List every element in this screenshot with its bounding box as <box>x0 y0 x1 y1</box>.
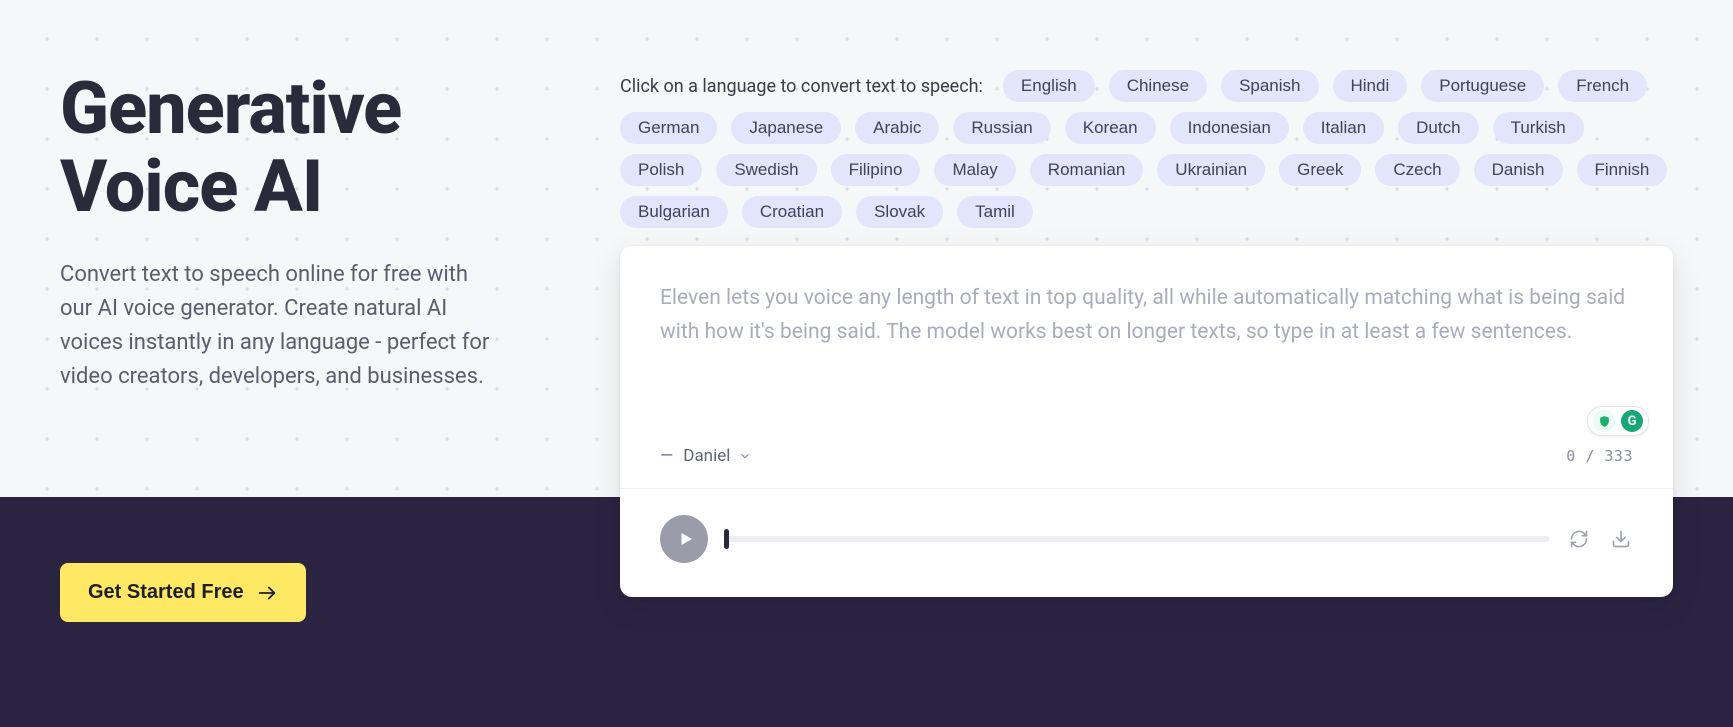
arrow-right-icon <box>256 582 278 604</box>
grammarly-widget[interactable]: G <box>1587 406 1649 436</box>
language-chip[interactable]: Indonesian <box>1170 112 1289 144</box>
char-count-limit: 333 <box>1604 447 1633 465</box>
language-chip[interactable]: Slovak <box>856 196 943 228</box>
language-chip[interactable]: Chinese <box>1109 70 1207 102</box>
tts-card: Eleven lets you voice any length of text… <box>620 246 1673 597</box>
language-chip[interactable]: Greek <box>1279 154 1361 186</box>
language-chip[interactable]: Italian <box>1303 112 1384 144</box>
chevron-down-icon <box>738 449 752 463</box>
progress-track[interactable] <box>726 536 1549 542</box>
language-chip[interactable]: Ukrainian <box>1157 154 1265 186</box>
char-counter: 0 / 333 <box>1566 447 1633 465</box>
hero-title-line2: Voice AI <box>60 144 322 229</box>
audio-player <box>620 489 1673 597</box>
language-chip[interactable]: Croatian <box>742 196 842 228</box>
char-count-value: 0 <box>1566 447 1576 465</box>
hero-title-line1: Generative <box>60 66 401 151</box>
play-button[interactable] <box>660 515 708 563</box>
language-chip[interactable]: Czech <box>1375 154 1459 186</box>
language-chip[interactable]: Arabic <box>855 112 939 144</box>
regenerate-button[interactable] <box>1567 527 1591 551</box>
language-chip[interactable]: Polish <box>620 154 702 186</box>
voice-selector[interactable]: — Daniel <box>660 446 752 466</box>
language-chip[interactable]: German <box>620 112 717 144</box>
hero-subtitle: Convert text to speech online for free w… <box>60 258 500 394</box>
grammarly-icon: G <box>1621 410 1643 432</box>
language-chip[interactable]: Swedish <box>716 154 816 186</box>
language-chip[interactable]: Bulgarian <box>620 196 728 228</box>
language-chip[interactable]: Turkish <box>1493 112 1584 144</box>
download-icon <box>1611 529 1631 549</box>
language-chip[interactable]: Russian <box>953 112 1050 144</box>
language-prompt: Click on a language to convert text to s… <box>620 76 983 97</box>
voice-prefix-dash: — <box>660 446 673 466</box>
language-chip[interactable]: Japanese <box>731 112 841 144</box>
get-started-button[interactable]: Get Started Free <box>60 563 306 622</box>
shield-icon <box>1593 410 1615 432</box>
language-chip[interactable]: Portuguese <box>1421 70 1544 102</box>
language-chip[interactable]: Romanian <box>1030 154 1144 186</box>
language-chip[interactable]: Hindi <box>1333 70 1408 102</box>
refresh-icon <box>1569 529 1589 549</box>
language-chip[interactable]: English <box>1003 70 1095 102</box>
language-chip[interactable]: Dutch <box>1398 112 1478 144</box>
language-chip[interactable]: Filipino <box>831 154 921 186</box>
language-chip[interactable]: French <box>1558 70 1647 102</box>
tts-textarea[interactable]: Eleven lets you voice any length of text… <box>620 246 1673 436</box>
language-chip[interactable]: Danish <box>1474 154 1563 186</box>
language-chip-row: Click on a language to convert text to s… <box>620 70 1673 228</box>
language-chip[interactable]: Spanish <box>1221 70 1318 102</box>
progress-thumb[interactable] <box>724 529 729 549</box>
language-chip[interactable]: Finnish <box>1577 154 1668 186</box>
download-button[interactable] <box>1609 527 1633 551</box>
voice-name: Daniel <box>683 446 730 466</box>
cta-label: Get Started Free <box>88 581 244 604</box>
language-chip[interactable]: Tamil <box>957 196 1033 228</box>
char-count-sep: / <box>1585 447 1604 465</box>
language-chip[interactable]: Malay <box>934 154 1015 186</box>
hero-title: Generative Voice AI <box>60 70 540 226</box>
play-icon <box>677 530 695 548</box>
language-chip[interactable]: Korean <box>1065 112 1156 144</box>
